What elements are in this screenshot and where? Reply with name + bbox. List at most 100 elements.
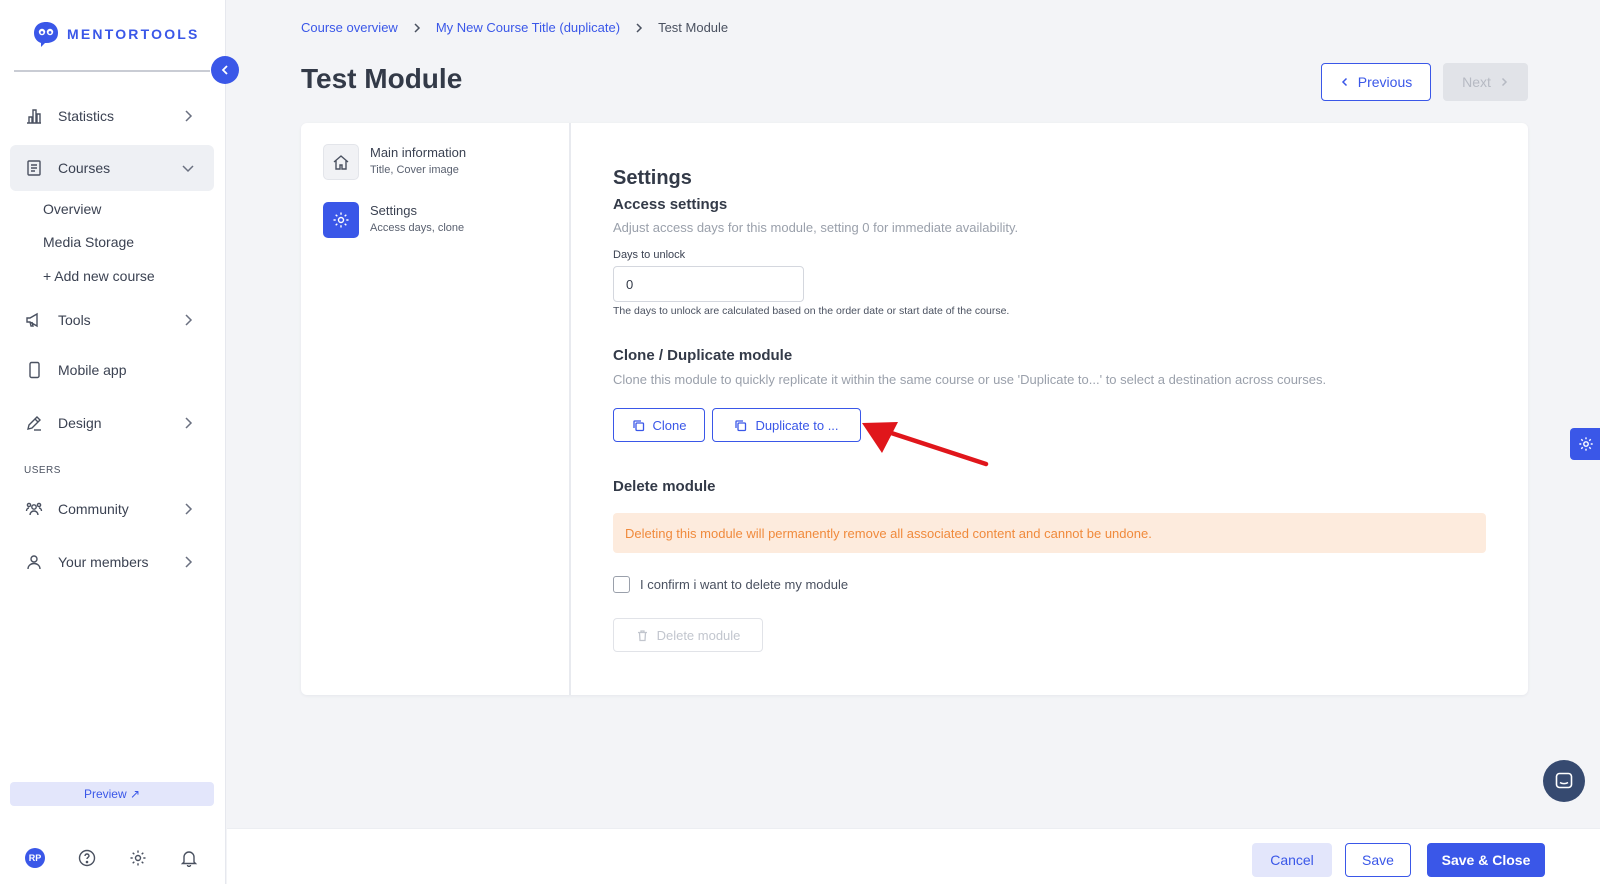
annotation-arrow-icon bbox=[862, 422, 989, 467]
user-icon bbox=[24, 552, 44, 572]
step-settings[interactable]: Settings Access days, clone bbox=[323, 202, 464, 238]
notifications-bell-icon[interactable] bbox=[178, 847, 200, 869]
save-button[interactable]: Save bbox=[1345, 843, 1411, 877]
delete-confirm-label[interactable]: I confirm i want to delete my module bbox=[640, 577, 848, 592]
chevron-right-icon bbox=[185, 314, 193, 326]
step-title: Settings bbox=[370, 203, 417, 218]
copy-icon bbox=[735, 419, 747, 431]
breadcrumb-course-title[interactable]: My New Course Title (duplicate) bbox=[436, 20, 620, 35]
step-subtitle: Title, Cover image bbox=[370, 164, 459, 176]
clone-button[interactable]: Clone bbox=[613, 408, 705, 442]
sidebar-item-design[interactable]: Design bbox=[10, 400, 214, 446]
sidebar-item-your-members[interactable]: Your members bbox=[10, 539, 214, 585]
chevron-right-icon bbox=[1501, 77, 1507, 87]
sidebar-item-courses[interactable]: Courses bbox=[10, 145, 214, 191]
footer-action-bar: Cancel Save Save & Close bbox=[227, 828, 1600, 884]
preview-label: Preview ↗ bbox=[83, 787, 141, 801]
chevron-right-icon bbox=[185, 503, 193, 515]
sidebar-subitem-media-storage[interactable]: Media Storage bbox=[43, 234, 134, 250]
sidebar-subitem-add-course[interactable]: + Add new course bbox=[43, 268, 155, 284]
chevron-right-icon bbox=[410, 21, 424, 35]
gear-icon bbox=[323, 202, 359, 238]
user-avatar-button[interactable]: RP bbox=[24, 847, 46, 869]
sidebar-bottom-toolbar: RP bbox=[24, 847, 202, 869]
preview-button[interactable]: Preview ↗ bbox=[10, 782, 214, 806]
sidebar-item-mobile-app[interactable]: Mobile app bbox=[10, 347, 214, 393]
delete-warning-alert: Deleting this module will permanently re… bbox=[613, 513, 1486, 553]
sidebar-divider bbox=[14, 70, 210, 72]
module-editor-card: Main information Title, Cover image Sett… bbox=[301, 123, 1528, 695]
book-icon bbox=[24, 158, 44, 178]
chevron-right-icon bbox=[632, 21, 646, 35]
pencil-icon bbox=[24, 413, 44, 433]
clone-label: Clone bbox=[652, 417, 687, 433]
chevron-down-icon bbox=[182, 165, 194, 173]
delete-module-heading: Delete module bbox=[613, 478, 716, 495]
chevron-right-icon bbox=[185, 417, 193, 429]
phone-icon bbox=[24, 360, 44, 380]
chevron-right-icon bbox=[185, 110, 193, 122]
settings-gear-icon[interactable] bbox=[127, 847, 149, 869]
sidebar-subitem-overview[interactable]: Overview bbox=[43, 201, 101, 217]
chevron-right-icon bbox=[185, 556, 193, 568]
sidebar-item-label: Community bbox=[58, 501, 129, 517]
copy-icon bbox=[632, 419, 644, 431]
sidebar-item-label: Courses bbox=[58, 160, 111, 176]
days-to-unlock-hint: The days to unlock are calculated based … bbox=[613, 305, 1010, 317]
delete-confirm-row: I confirm i want to delete my module bbox=[613, 576, 848, 593]
delete-warning-text: Deleting this module will permanently re… bbox=[625, 525, 1152, 541]
sidebar-item-label: Statistics bbox=[58, 108, 115, 124]
access-settings-description: Adjust access days for this module, sett… bbox=[613, 220, 1019, 235]
duplicate-to-label: Duplicate to ... bbox=[755, 417, 839, 433]
floating-settings-gear-icon[interactable] bbox=[1570, 428, 1600, 460]
settings-panel: Settings Access settings Adjust access d… bbox=[613, 123, 1493, 695]
cancel-button[interactable]: Cancel bbox=[1252, 843, 1332, 877]
sidebar-collapse-button[interactable] bbox=[211, 56, 239, 84]
clone-duplicate-heading: Clone / Duplicate module bbox=[613, 347, 793, 364]
avatar: RP bbox=[25, 848, 45, 868]
chat-support-icon[interactable] bbox=[1543, 760, 1585, 802]
previous-button[interactable]: Previous bbox=[1321, 63, 1431, 101]
card-divider bbox=[569, 123, 571, 695]
delete-module-label: Delete module bbox=[656, 627, 741, 643]
sidebar: MENTORTOOLS Statistics Courses Overview … bbox=[0, 0, 226, 884]
breadcrumb-current: Test Module bbox=[658, 20, 729, 35]
delete-confirm-checkbox[interactable] bbox=[613, 576, 630, 593]
step-subtitle: Access days, clone bbox=[370, 222, 465, 234]
settings-heading: Settings bbox=[613, 167, 692, 189]
clone-duplicate-description: Clone this module to quickly replicate i… bbox=[613, 372, 1327, 387]
trash-icon bbox=[637, 629, 647, 641]
next-label: Next bbox=[1462, 74, 1491, 90]
sidebar-item-label: Your members bbox=[58, 554, 149, 570]
days-to-unlock-input[interactable]: 0 bbox=[613, 266, 804, 302]
sidebar-item-label: Design bbox=[58, 415, 102, 431]
section-label-users: USERS bbox=[24, 465, 61, 476]
step-title: Main information bbox=[370, 145, 467, 160]
step-main-information[interactable]: Main information Title, Cover image bbox=[323, 144, 466, 180]
days-to-unlock-label: Days to unlock bbox=[613, 249, 686, 261]
next-button[interactable]: Next bbox=[1443, 63, 1528, 101]
save-and-close-button[interactable]: Save & Close bbox=[1427, 843, 1545, 877]
bar-chart-icon bbox=[24, 106, 44, 126]
duplicate-to-button[interactable]: Duplicate to ... bbox=[712, 408, 861, 442]
mentortools-logo-icon bbox=[34, 22, 58, 47]
brand-logo[interactable]: MENTORTOOLS bbox=[32, 20, 200, 48]
sidebar-item-statistics[interactable]: Statistics bbox=[10, 93, 214, 139]
brand-name: MENTORTOOLS bbox=[67, 26, 200, 42]
previous-label: Previous bbox=[1357, 74, 1413, 90]
sidebar-item-label: Mobile app bbox=[58, 362, 127, 378]
access-settings-heading: Access settings bbox=[613, 196, 728, 213]
sidebar-item-label: Tools bbox=[58, 312, 91, 328]
breadcrumb: Course overview My New Course Title (dup… bbox=[301, 20, 728, 35]
delete-module-button[interactable]: Delete module bbox=[613, 618, 763, 652]
page-title: Test Module bbox=[301, 63, 463, 94]
chevron-left-icon bbox=[221, 65, 228, 75]
sidebar-item-tools[interactable]: Tools bbox=[10, 297, 214, 343]
breadcrumb-course-overview[interactable]: Course overview bbox=[301, 20, 398, 35]
chevron-left-icon bbox=[1341, 77, 1347, 87]
help-icon[interactable] bbox=[76, 847, 98, 869]
sidebar-item-community[interactable]: Community bbox=[10, 486, 214, 532]
home-icon bbox=[323, 144, 359, 180]
people-icon bbox=[24, 499, 44, 519]
megaphone-icon bbox=[24, 310, 44, 330]
